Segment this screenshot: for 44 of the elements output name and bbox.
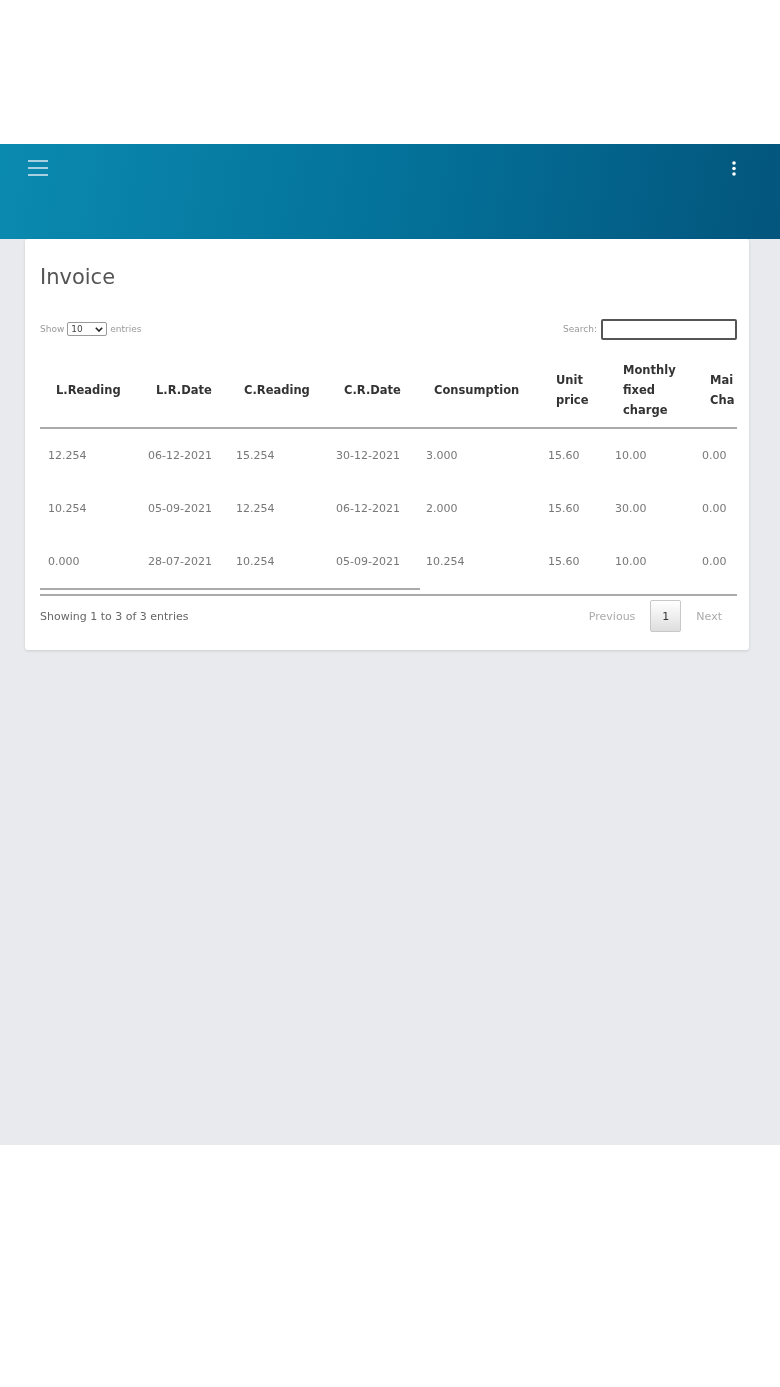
search-label: Search:	[563, 324, 597, 334]
table-cell: 06-12-2021	[140, 428, 228, 482]
column-header: L.Reading	[40, 353, 140, 428]
menu-icon[interactable]	[28, 160, 48, 176]
table-cell-text: 15.60	[547, 554, 581, 570]
table-cell-text: 30.00	[614, 501, 648, 517]
table-cell-text: 12.254	[235, 501, 276, 517]
entries-info: Showing 1 to 3 of 3 entries	[40, 609, 189, 623]
table-cell: 15.254	[228, 428, 328, 482]
table-cell-text: 0.00	[701, 501, 728, 517]
more-options-icon[interactable]	[732, 161, 736, 176]
search-field[interactable]	[601, 318, 737, 340]
table-cell: 0.00	[694, 428, 737, 482]
table-cell-text: 10.254	[47, 501, 88, 517]
table-cell: 3.000	[418, 428, 540, 482]
table-cell: 15.60	[540, 428, 607, 482]
table-cell-text: 05-09-2021	[335, 554, 401, 570]
table-cell: 30-12-2021	[328, 428, 418, 482]
page-button[interactable]: 1	[650, 600, 682, 632]
table-cell-text: 05-09-2021	[147, 501, 213, 517]
column-header: Mai Cha	[694, 353, 737, 428]
table-cell-text: 10.254	[235, 554, 276, 570]
table-cell-text: 28-07-2021	[147, 554, 213, 570]
scrollbar[interactable]	[40, 588, 420, 590]
column-header: C.Reading	[228, 353, 328, 428]
entries-label: entries	[110, 324, 142, 334]
table-cell-text: 10.00	[614, 554, 648, 570]
column-header: L.R.Date	[140, 353, 228, 428]
table-cell: 10.00	[607, 428, 694, 482]
card-title: Invoice	[40, 265, 116, 289]
column-header: Consumption	[418, 353, 540, 428]
table-cell-text: 06-12-2021	[335, 501, 401, 517]
column-header: Monthly fixed charge	[607, 353, 694, 428]
entries-select[interactable]: 10	[67, 322, 108, 336]
table-cell-text: 10.254	[425, 554, 466, 570]
column-header: C.R.Date	[328, 353, 418, 428]
column-header: Unit price	[540, 353, 607, 428]
table-cell: 12.254	[40, 428, 140, 482]
table-cell-text: 0.000	[47, 554, 81, 570]
chevron-down-icon	[95, 326, 104, 332]
show-label: Show	[40, 324, 65, 334]
table-cell-text: 2.000	[425, 501, 459, 517]
table-cell-text: 15.60	[547, 501, 581, 517]
table-cell-text: 0.00	[701, 554, 728, 570]
